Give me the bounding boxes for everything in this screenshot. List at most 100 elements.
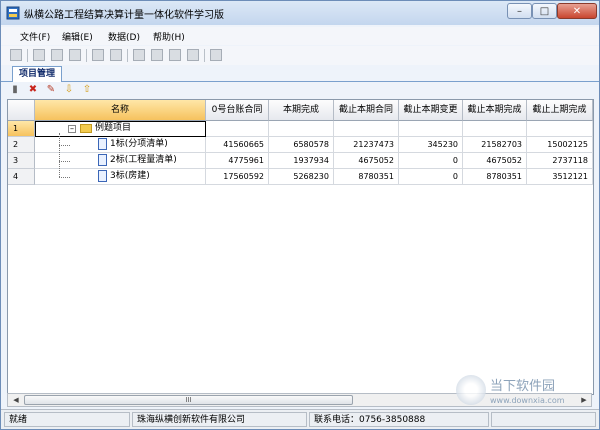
toolbar-separator: [127, 49, 128, 62]
scroll-left-icon[interactable]: ◀: [9, 394, 23, 406]
status-company: 珠海纵横创新软件有限公司: [132, 412, 307, 427]
column-header-previous-completed[interactable]: 截止上期完成: [527, 100, 593, 121]
column-header-todate-contract[interactable]: 截止本期合同: [334, 100, 399, 121]
row-header[interactable]: 3: [8, 153, 35, 169]
table-cell[interactable]: 8780351: [334, 169, 399, 185]
toolbar-separator: [27, 49, 28, 62]
move-down-icon[interactable]: [151, 49, 163, 61]
document-icon: [98, 170, 107, 182]
collapse-icon[interactable]: –: [68, 125, 76, 133]
maximize-button[interactable]: □: [532, 3, 557, 19]
minimize-button[interactable]: –: [507, 3, 532, 19]
table-cell[interactable]: 2737118: [527, 153, 593, 169]
row-header[interactable]: 4: [8, 169, 35, 185]
app-window: 纵横公路工程结算决算计量一体化软件学习版 – □ ✕ 文件(F) 编辑(E) 数…: [0, 0, 600, 430]
grid-corner[interactable]: [8, 100, 35, 121]
toolbar-separator: [86, 49, 87, 62]
table-cell[interactable]: 21582703: [463, 137, 527, 153]
table-cell[interactable]: [527, 121, 593, 137]
table-cell[interactable]: [269, 121, 334, 137]
save-icon[interactable]: [10, 49, 22, 61]
status-phone: 联系电话：0756-3850888: [309, 412, 489, 427]
column-header-ledger-contract[interactable]: 0号台账合同: [206, 100, 269, 121]
table-cell[interactable]: 0: [399, 153, 463, 169]
table-row-name[interactable]: – 例题项目: [35, 121, 206, 137]
paste-icon[interactable]: [69, 49, 81, 61]
tree-connector: [59, 145, 70, 146]
close-button[interactable]: ✕: [557, 3, 597, 19]
column-header-todate-completed[interactable]: 截止本期完成: [463, 100, 527, 121]
watermark-logo-icon: [456, 375, 486, 405]
menu-bar: 文件(F) 编辑(E) 数据(D) 帮助(H): [1, 27, 599, 45]
watermark-url: www.downxia.com: [490, 396, 565, 405]
insert-icon[interactable]: [92, 49, 104, 61]
menu-file[interactable]: 文件(F): [20, 30, 50, 43]
tree-label: 3标(房建): [110, 171, 150, 181]
document-icon: [98, 138, 107, 150]
table-cell[interactable]: 4675052: [463, 153, 527, 169]
watermark-text: 当下软件园: [490, 379, 556, 394]
tree-label: 例题项目: [95, 123, 132, 133]
table-cell[interactable]: 0: [399, 169, 463, 185]
row-header[interactable]: 2: [8, 137, 35, 153]
project-grid: 名称 0号台账合同 本期完成 截止本期合同 截止本期变更 截止本期完成 截止上期…: [7, 99, 594, 395]
table-cell[interactable]: 6580578: [269, 137, 334, 153]
column-header-todate-change[interactable]: 截止本期变更: [399, 100, 463, 121]
table-cell[interactable]: 15002125: [527, 137, 593, 153]
window-title: 纵横公路工程结算决算计量一体化软件学习版: [24, 10, 224, 21]
table-cell[interactable]: 5268230: [269, 169, 334, 185]
table-cell[interactable]: 17560592: [206, 169, 269, 185]
main-toolbar: [1, 46, 599, 65]
table-cell[interactable]: [206, 121, 269, 137]
scrollbar-thumb[interactable]: III: [24, 395, 353, 405]
close-icon: ✕: [572, 5, 582, 17]
document-icon: [98, 154, 107, 166]
tree-connector: [59, 177, 70, 178]
table-cell[interactable]: 8780351: [463, 169, 527, 185]
table-cell[interactable]: 1937934: [269, 153, 334, 169]
tree-label: 2标(工程量清单): [110, 155, 177, 165]
page-icon[interactable]: [210, 49, 222, 61]
column-header-name[interactable]: 名称: [35, 100, 206, 121]
export-icon[interactable]: ⇧: [81, 84, 93, 96]
column-header-current-completed[interactable]: 本期完成: [269, 100, 334, 121]
table-cell[interactable]: 41560665: [206, 137, 269, 153]
new-project-icon[interactable]: ▮: [9, 84, 21, 96]
table-cell[interactable]: 4675052: [334, 153, 399, 169]
minimize-icon: –: [517, 5, 522, 17]
delete-project-icon[interactable]: ✖: [27, 84, 39, 96]
edit-project-icon[interactable]: ✎: [45, 84, 57, 96]
import-icon[interactable]: ⇩: [63, 84, 75, 96]
tree-connector: [59, 133, 60, 177]
move-right-icon[interactable]: [187, 49, 199, 61]
table-cell[interactable]: [334, 121, 399, 137]
table-cell[interactable]: 345230: [399, 137, 463, 153]
table-cell[interactable]: [399, 121, 463, 137]
cut-icon[interactable]: [51, 49, 63, 61]
tree-label: 1标(分项清单): [110, 139, 168, 149]
row-header[interactable]: 1: [8, 121, 35, 137]
menu-edit[interactable]: 编辑(E): [62, 30, 93, 43]
menu-help[interactable]: 帮助(H): [153, 30, 185, 43]
tab-strip: 项目管理: [1, 65, 599, 82]
tree-connector: [59, 161, 70, 162]
status-state: 就绪: [4, 412, 130, 427]
move-up-icon[interactable]: [133, 49, 145, 61]
copy-icon[interactable]: [33, 49, 45, 61]
move-left-icon[interactable]: [169, 49, 181, 61]
status-empty: [491, 412, 596, 427]
toolbar-separator: [204, 49, 205, 62]
table-cell[interactable]: 4775961: [206, 153, 269, 169]
menu-data[interactable]: 数据(D): [108, 30, 140, 43]
title-bar[interactable]: 纵横公路工程结算决算计量一体化软件学习版 – □ ✕: [1, 1, 599, 25]
app-icon: [6, 6, 20, 20]
table-cell[interactable]: 3512121: [527, 169, 593, 185]
table-cell[interactable]: [463, 121, 527, 137]
watermark: 当下软件园 www.downxia.com: [456, 373, 586, 413]
maximize-icon: □: [539, 5, 550, 17]
tab-project-management[interactable]: 项目管理: [12, 66, 63, 82]
folder-icon: [80, 124, 92, 133]
project-toolbar: ▮ ✖ ✎ ⇩ ⇧: [7, 82, 597, 99]
delete-icon[interactable]: [110, 49, 122, 61]
table-cell[interactable]: 21237473: [334, 137, 399, 153]
